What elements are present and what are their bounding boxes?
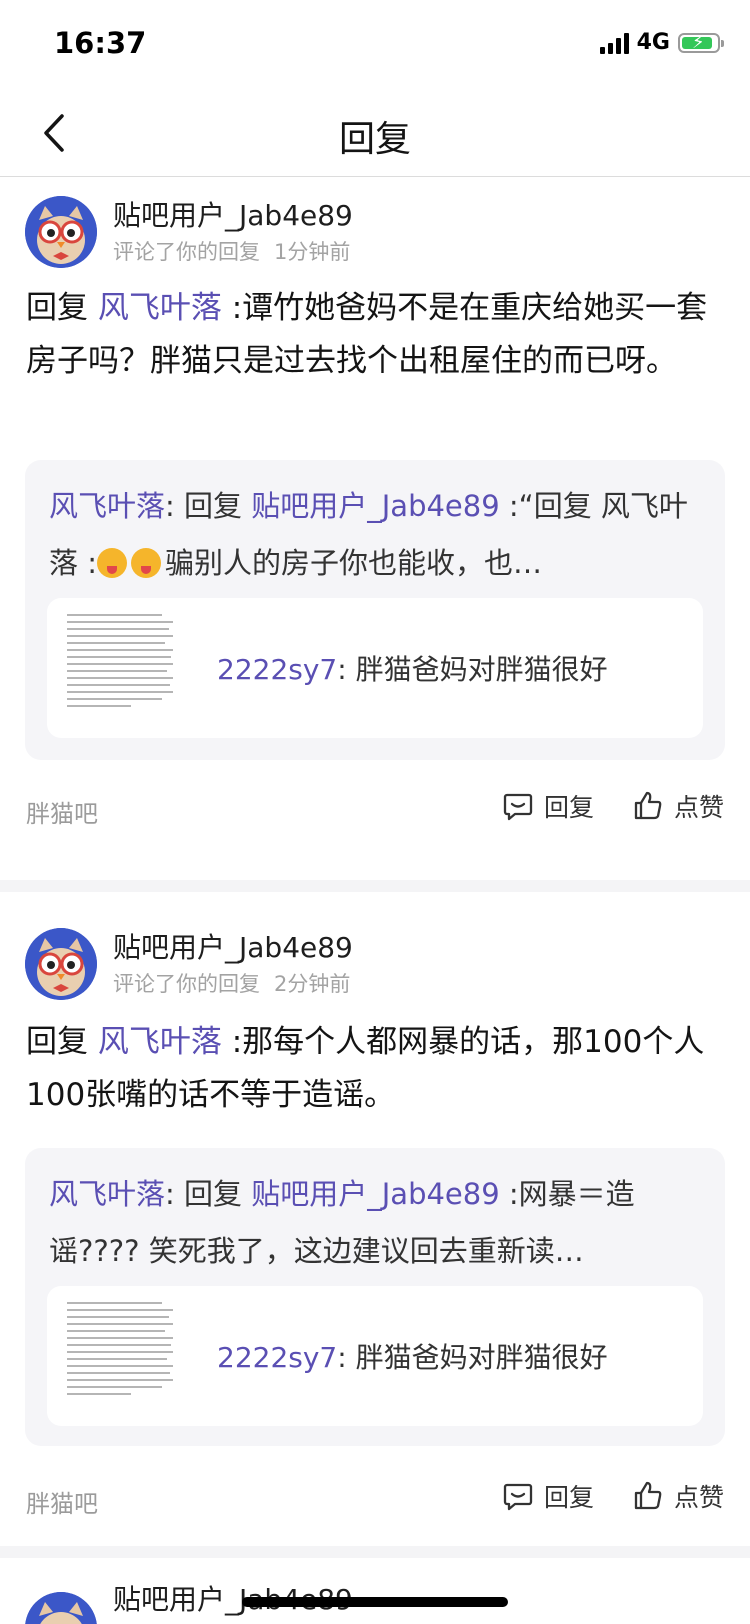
mention-link[interactable]: 风飞叶落 — [98, 1024, 222, 1060]
quoted-reply[interactable]: 风飞叶落: 回复 贴吧用户_Jab4e89 :网暴＝造谣???? 笑死我了，这边… — [25, 1148, 725, 1446]
comment-meta: 评论了你的回复 2分钟前 — [113, 968, 350, 998]
network-type: 4G — [636, 30, 670, 55]
status-bar: 16:37 4G ⚡ — [0, 0, 750, 90]
comment-action: 评论了你的回复 — [113, 240, 260, 264]
quoted-text: 风飞叶落: 回复 贴吧用户_Jab4e89 :“回复 风飞叶落 : 骗别人的房子你… — [49, 489, 688, 580]
forum-link[interactable]: 胖猫吧 — [26, 1484, 98, 1519]
reply-label: 回复 — [544, 793, 595, 822]
quote-author-link[interactable]: 风飞叶落 — [49, 489, 165, 523]
owl-avatar-icon — [25, 928, 97, 1000]
home-indicator[interactable] — [242, 1597, 508, 1607]
reply-label: 回复 — [544, 1483, 595, 1512]
nav-bar: 回复 — [0, 90, 750, 177]
quote-mention-link[interactable]: 贴吧用户_Jab4e89 — [251, 1177, 499, 1211]
comment-time: 1分钟前 — [274, 240, 351, 264]
comment-card: 贴吧用户_Jab4e89 — [0, 1558, 750, 1624]
avatar[interactable] — [25, 1592, 97, 1624]
comment-content[interactable]: 回复 风飞叶落 :那每个人都网暴的话，那100个人100张嘴的话不等于造谣。 — [26, 1016, 726, 1122]
like-label: 点赞 — [674, 1483, 725, 1512]
original-post-card[interactable]: 2222sy7: 胖猫爸妈对胖猫很好 — [47, 1286, 703, 1426]
comment-content[interactable]: 回复 风飞叶落 :谭竹她爸妈不是在重庆给她买一套房子吗？胖猫只是过去找个出租屋住… — [26, 282, 726, 388]
yum-emoji-icon — [131, 548, 161, 578]
comment-meta: 评论了你的回复 1分钟前 — [113, 236, 350, 266]
thumbs-up-icon — [634, 791, 662, 820]
like-button[interactable]: 点赞 — [632, 788, 724, 824]
reply-prefix: 回复 — [26, 1024, 88, 1060]
forum-link[interactable]: 胖猫吧 — [26, 794, 98, 829]
thumbs-up-icon — [634, 1481, 662, 1510]
like-label: 点赞 — [674, 793, 725, 822]
mention-link[interactable]: 风飞叶落 — [98, 290, 222, 326]
status-indicators: 4G ⚡ — [599, 30, 724, 55]
comment-time: 2分钟前 — [274, 972, 351, 996]
username[interactable]: 贴吧用户_Jab4e89 — [113, 926, 353, 966]
owl-avatar-icon — [25, 196, 97, 268]
original-post-text: 2222sy7: 胖猫爸妈对胖猫很好 — [217, 1341, 608, 1374]
owl-avatar-icon — [25, 1592, 97, 1624]
comment-card: 贴吧用户_Jab4e89 评论了你的回复 2分钟前 回复 风飞叶落 :那每个人都网… — [0, 892, 750, 1546]
yum-emoji-icon — [97, 548, 127, 578]
quoted-text: 风飞叶落: 回复 贴吧用户_Jab4e89 :网暴＝造谣???? 笑死我了，这边… — [49, 1177, 635, 1268]
quote-text-after: 骗别人的房子你也能收，也… — [165, 546, 543, 580]
post-author-link[interactable]: 2222sy7 — [217, 1341, 337, 1374]
page-title: 回复 — [338, 119, 411, 160]
username[interactable]: 贴吧用户_Jab4e89 — [113, 194, 353, 234]
status-time: 16:37 — [54, 26, 147, 60]
section-divider — [0, 880, 750, 892]
post-thumbnail — [67, 614, 173, 722]
comment-card: 贴吧用户_Jab4e89 评论了你的回复 1分钟前 回复 风飞叶落 :谭竹她爸妈不… — [0, 176, 750, 854]
quoted-reply[interactable]: 风飞叶落: 回复 贴吧用户_Jab4e89 :“回复 风飞叶落 : 骗别人的房子你… — [25, 460, 725, 760]
quote-reply-prefix: 回复 — [184, 1177, 243, 1211]
section-divider — [0, 1546, 750, 1558]
quote-mention-link[interactable]: 贴吧用户_Jab4e89 — [251, 489, 499, 523]
avatar[interactable] — [25, 196, 97, 268]
comment-action: 评论了你的回复 — [113, 972, 260, 996]
quote-reply-prefix: 回复 — [184, 489, 243, 523]
comment-icon — [503, 1483, 533, 1511]
reply-button[interactable]: 回复 — [502, 1478, 594, 1514]
original-post-card[interactable]: 2222sy7: 胖猫爸妈对胖猫很好 — [47, 598, 703, 738]
original-post-text: 2222sy7: 胖猫爸妈对胖猫很好 — [217, 653, 608, 686]
quote-author-link[interactable]: 风飞叶落 — [49, 1177, 165, 1211]
comment-icon — [503, 793, 533, 821]
post-author-link[interactable]: 2222sy7 — [217, 653, 337, 686]
reply-button[interactable]: 回复 — [502, 788, 594, 824]
like-button[interactable]: 点赞 — [632, 1478, 724, 1514]
reply-prefix: 回复 — [26, 290, 88, 326]
avatar[interactable] — [25, 928, 97, 1000]
battery-icon: ⚡ — [678, 32, 724, 53]
post-thumbnail — [67, 1302, 173, 1410]
signal-icon — [599, 32, 629, 54]
